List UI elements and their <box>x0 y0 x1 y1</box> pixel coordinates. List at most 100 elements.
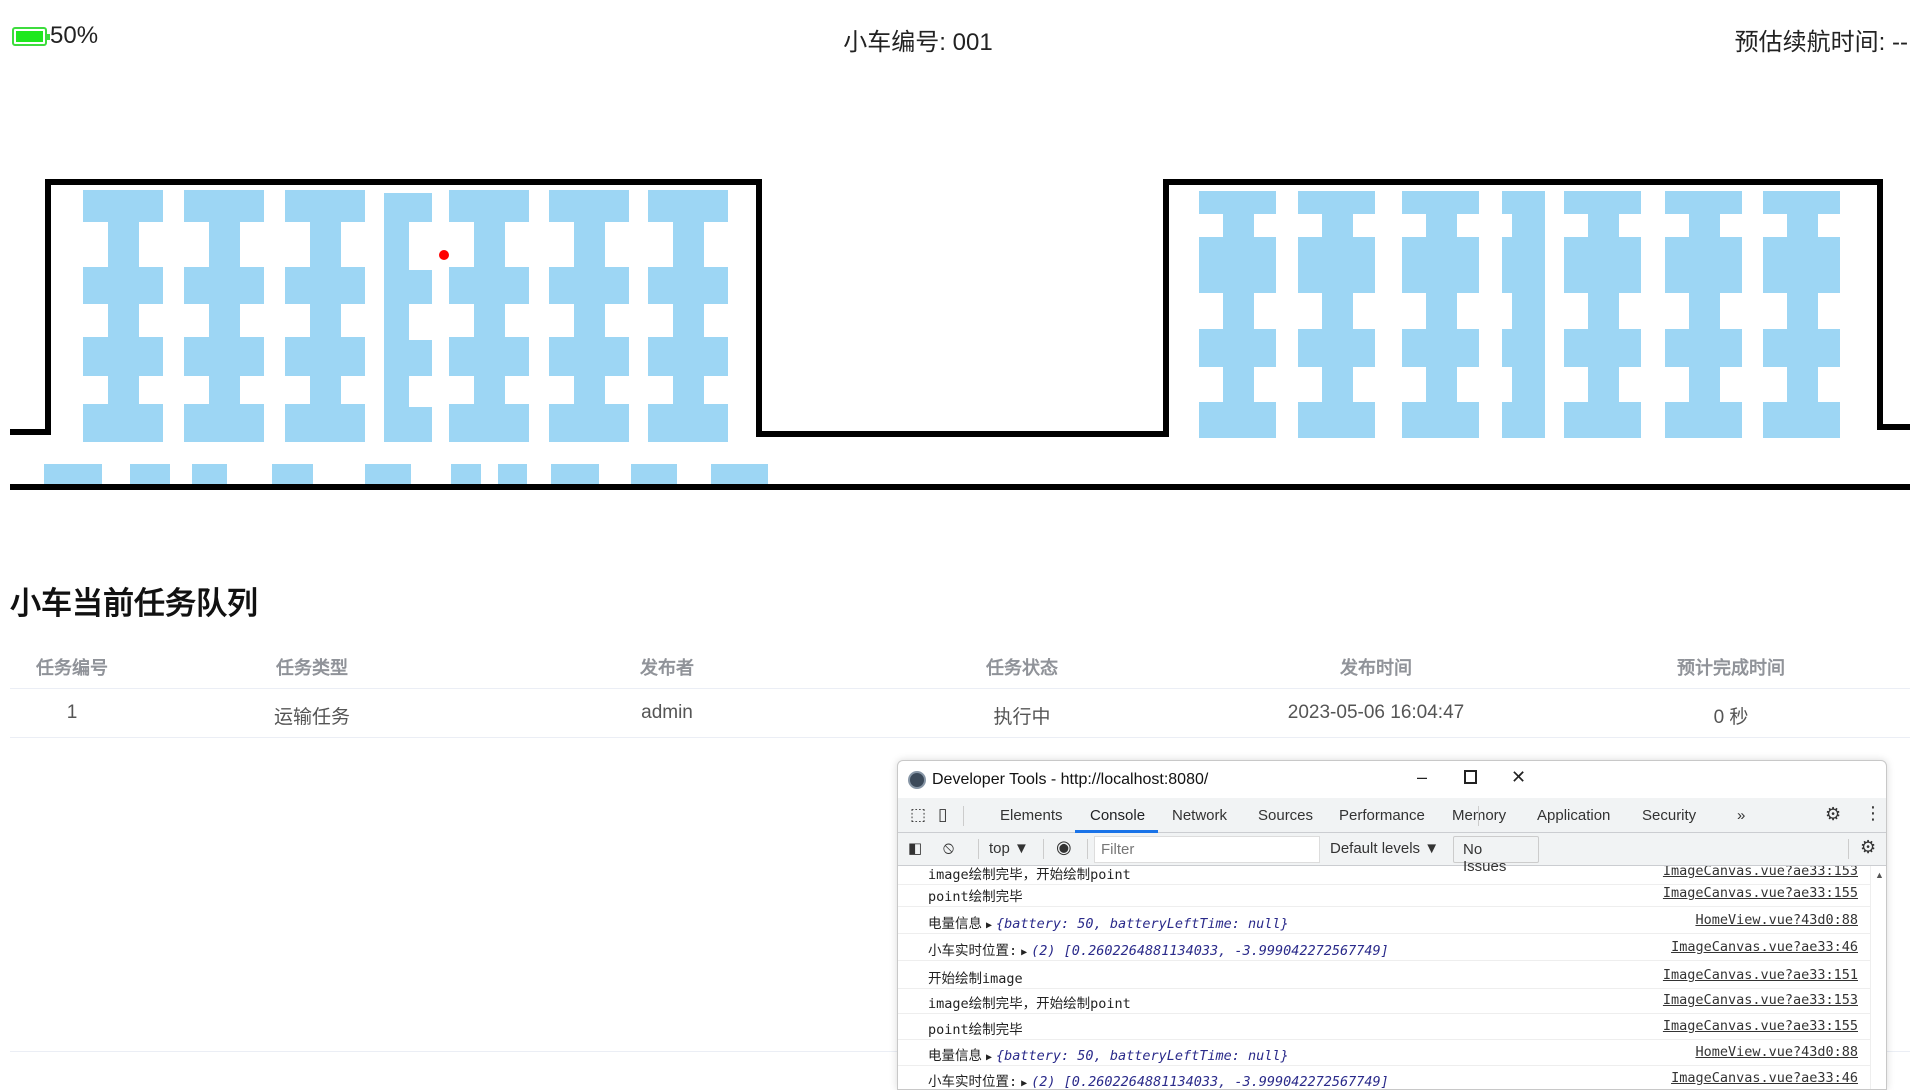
device-toolbar-icon[interactable]: ▯ <box>938 805 947 825</box>
expand-triangle-icon[interactable]: ▶ <box>1021 1078 1027 1089</box>
battery-icon <box>12 27 50 46</box>
console-scrollbar[interactable]: ▲ <box>1870 866 1886 1089</box>
live-expression-eye-icon[interactable]: ◉ <box>1056 837 1072 858</box>
shelf-block <box>549 190 629 222</box>
console-settings-gear-icon[interactable]: ⚙ <box>1860 837 1876 858</box>
shelf-block <box>184 337 264 376</box>
tab-more[interactable]: » <box>1737 807 1745 824</box>
console-log-row: 电量信息 ▶ {battery: 50, batteryLeftTime: null… <box>898 1039 1870 1066</box>
log-source-link[interactable]: ImageCanvas.vue?ae33:151 <box>1663 967 1858 983</box>
shelf-column <box>1588 191 1619 438</box>
devtools-window[interactable]: Developer Tools - http://localhost:8080/… <box>897 760 1887 1090</box>
shelf-block <box>1199 191 1276 214</box>
tab-console[interactable]: Console <box>1090 807 1145 824</box>
shelf-block <box>1665 402 1742 438</box>
log-source-link[interactable]: HomeView.vue?43d0:88 <box>1695 912 1858 928</box>
shelf-block <box>1199 329 1276 367</box>
filter-input[interactable]: Filter <box>1094 836 1320 863</box>
shelf-block <box>384 340 432 376</box>
log-object[interactable]: (2) [0.2602264881134033, -3.999042272567… <box>1031 943 1389 959</box>
shelf-block <box>83 404 163 442</box>
expand-triangle-icon[interactable]: ▶ <box>986 1052 992 1063</box>
shelf-block <box>1502 402 1545 438</box>
tab-network[interactable]: Network <box>1172 807 1227 824</box>
log-object[interactable]: {battery: 50, batteryLeftTime: null} <box>996 1048 1289 1064</box>
shelf-block <box>184 267 264 304</box>
tab-elements[interactable]: Elements <box>1000 807 1063 824</box>
devtools-titlebar: Developer Tools - http://localhost:8080/ <box>898 761 1886 798</box>
log-message: 小车实时位置: ▶ (2) [0.2602264881134033, -3.9990… <box>928 1070 1389 1089</box>
expand-triangle-icon[interactable]: ▶ <box>986 920 992 931</box>
shelf-block <box>1402 237 1479 293</box>
shelf-column <box>384 197 409 442</box>
tab-security[interactable]: Security <box>1642 807 1696 824</box>
shelf-block <box>384 270 432 304</box>
shelf-column <box>1223 191 1254 438</box>
tab-memory[interactable]: Memory <box>1452 807 1506 824</box>
log-source-link[interactable]: ImageCanvas.vue?ae33:46 <box>1671 1070 1858 1086</box>
log-label: 小车实时位置: <box>928 943 1018 959</box>
sidebar-toggle-icon[interactable]: ◧ <box>908 839 922 857</box>
shelf-block <box>1402 191 1479 214</box>
issues-button[interactable]: No Issues <box>1453 836 1539 875</box>
close-icon[interactable]: ✕ <box>1511 767 1526 788</box>
shelf-block <box>1298 191 1375 214</box>
shelf-block <box>449 337 529 376</box>
shelf-block <box>384 407 432 442</box>
shelf-column <box>1689 191 1720 438</box>
scroll-up-icon[interactable]: ▲ <box>1875 870 1884 880</box>
shelf-block <box>184 404 264 442</box>
log-object[interactable]: {battery: 50, batteryLeftTime: null} <box>996 916 1289 932</box>
log-source-link[interactable]: ImageCanvas.vue?ae33:46 <box>1671 939 1858 955</box>
shelf-block <box>449 404 529 442</box>
shelf-block <box>1665 329 1742 367</box>
tab-performance[interactable]: Performance <box>1339 807 1425 824</box>
console-log-row: 电量信息 ▶ {battery: 50, batteryLeftTime: null… <box>898 907 1870 934</box>
tab-application[interactable]: Application <box>1537 807 1610 824</box>
shelf-block <box>1763 191 1840 214</box>
console-log-row: 小车实时位置: ▶ (2) [0.2602264881134033, -3.9990… <box>898 934 1870 961</box>
shelf-block <box>1763 329 1840 367</box>
log-levels-select[interactable]: Default levels ▼ <box>1330 840 1439 857</box>
column-header: 任务状态 <box>986 658 1058 678</box>
shelf-block <box>1502 329 1545 367</box>
log-source-link[interactable]: ImageCanvas.vue?ae33:153 <box>1663 866 1858 879</box>
task-queue-title: 小车当前任务队列 <box>10 586 258 621</box>
maximize-icon[interactable] <box>1464 770 1477 784</box>
shelf-block <box>83 190 163 222</box>
devtools-logo-icon <box>908 770 926 789</box>
clear-console-icon[interactable]: ⦸ <box>943 838 954 858</box>
log-message: image绘制完毕，开始绘制point <box>928 996 1131 1012</box>
log-source-link[interactable]: ImageCanvas.vue?ae33:155 <box>1663 1018 1858 1034</box>
shelf-block <box>1763 402 1840 438</box>
log-object[interactable]: (2) [0.2602264881134033, -3.999042272567… <box>1031 1074 1389 1089</box>
log-source-link[interactable]: ImageCanvas.vue?ae33:153 <box>1663 992 1858 1008</box>
shelf-block <box>384 193 432 222</box>
shelf-block <box>648 190 728 222</box>
column-header: 任务编号 <box>36 658 108 678</box>
map-bottom-wall <box>10 484 1910 490</box>
storage-block <box>365 464 411 485</box>
shelf-block <box>1298 329 1375 367</box>
shelf-block <box>1298 402 1375 438</box>
shelf-block <box>1665 191 1742 214</box>
storage-block <box>130 464 170 485</box>
storage-block <box>551 464 599 485</box>
log-source-link[interactable]: HomeView.vue?43d0:88 <box>1695 1044 1858 1060</box>
shelf-block <box>285 337 365 376</box>
inspect-element-icon[interactable]: ⬚ <box>910 805 926 825</box>
log-source-link[interactable]: ImageCanvas.vue?ae33:155 <box>1663 885 1858 901</box>
log-message: point绘制完毕 <box>928 1022 1023 1038</box>
table-cell: 运输任务 <box>273 707 351 728</box>
settings-gear-icon[interactable]: ⚙ <box>1825 804 1841 825</box>
minimize-icon[interactable]: – <box>1417 767 1427 788</box>
tab-sources[interactable]: Sources <box>1258 807 1313 824</box>
column-header: 发布时间 <box>1340 658 1412 678</box>
context-select[interactable]: top ▼ <box>989 840 1029 857</box>
more-options-icon[interactable]: ⋮ <box>1864 803 1882 824</box>
shelf-block <box>648 337 728 376</box>
battery-percent: 50% <box>50 22 99 49</box>
expand-triangle-icon[interactable]: ▶ <box>1021 947 1027 958</box>
shelf-block <box>83 337 163 376</box>
shelf-column <box>1322 191 1353 438</box>
